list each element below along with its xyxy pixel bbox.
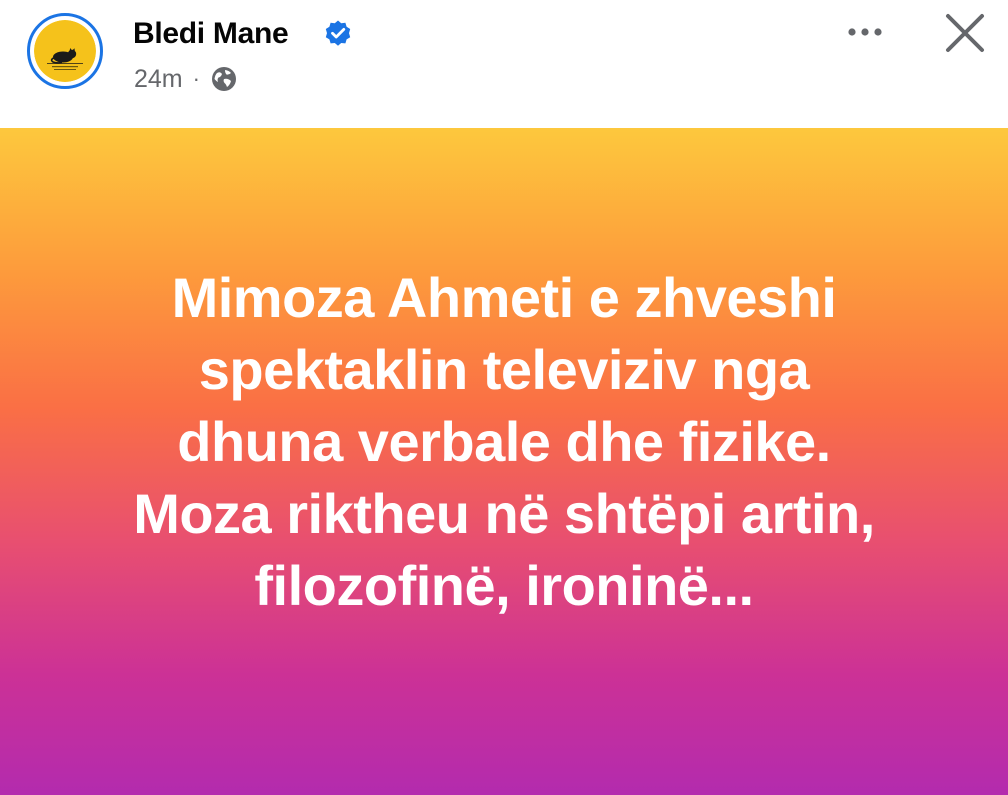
meta-separator: · [192,66,200,91]
close-icon[interactable] [940,10,988,58]
post-text: Mimoza Ahmeti e zhveshi spektaklin telev… [133,265,875,617]
post-meta: 24m · [134,62,238,96]
avatar[interactable] [27,13,103,89]
author-name[interactable]: Bledi Mane [133,14,289,54]
more-options-icon[interactable] [840,14,890,50]
sleeping-cat-logo-icon [34,20,96,82]
post-time[interactable]: 24m [134,65,183,94]
globe-icon [210,65,238,93]
post-header: Bledi Mane 24m · [0,0,1008,128]
verified-badge-icon [323,19,353,49]
text-post-background: Mimoza Ahmeti e zhveshi spektaklin telev… [0,128,1008,795]
